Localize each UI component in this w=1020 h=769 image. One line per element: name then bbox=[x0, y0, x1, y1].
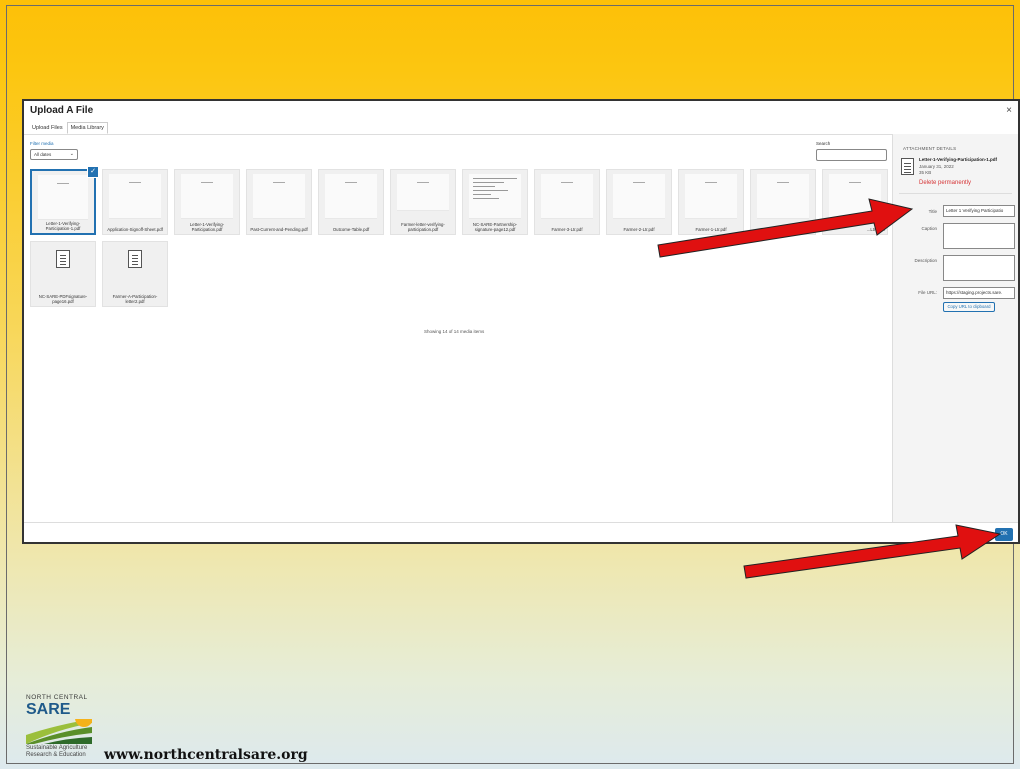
document-icon bbox=[901, 158, 914, 175]
arrow-to-title-field bbox=[657, 198, 914, 258]
file-thumbnail bbox=[38, 175, 88, 220]
search-input[interactable] bbox=[816, 149, 887, 161]
file-thumbnail bbox=[109, 174, 161, 219]
media-item-name: Outcome-Table.pdf bbox=[332, 227, 370, 232]
media-item-name: Past-Current-and-Pending.pdf bbox=[250, 227, 308, 232]
filter-dates-select[interactable]: All dates ⌄ bbox=[30, 149, 78, 160]
close-button[interactable]: × bbox=[1006, 105, 1012, 116]
file-thumbnail bbox=[541, 174, 593, 219]
media-item[interactable]: Letter-1-Verifying-Participation.pdf bbox=[174, 169, 240, 235]
file-url-field[interactable]: https://staging.projects.sare. bbox=[943, 287, 1015, 299]
upload-file-modal: Upload A File × Upload Files Media Libra… bbox=[22, 99, 1020, 544]
description-field[interactable] bbox=[943, 255, 1015, 281]
search-label: Search bbox=[816, 141, 831, 146]
media-item-name: Farmer-3-Ltr.pdf bbox=[551, 227, 583, 232]
file-thumbnail bbox=[397, 174, 449, 211]
attachment-date: January 31, 2022 bbox=[919, 164, 954, 169]
media-item-name: Farmer-A-Participation-letter2.pdf bbox=[112, 294, 158, 304]
file-thumbnail bbox=[181, 174, 233, 219]
filter-dates-value: All dates bbox=[34, 152, 52, 157]
attachment-details-heading: ATTACHMENT DETAILS bbox=[903, 146, 957, 151]
media-item-name: Letter-1-Verifying-Participation-1.pdf bbox=[45, 221, 81, 231]
filter-media-label: Filter media bbox=[30, 141, 54, 146]
attachment-details-sidebar: ATTACHMENT DETAILS Letter-1-Verifying-Pa… bbox=[892, 134, 1018, 522]
title-field[interactable]: Letter 1 Verifying Participatio bbox=[943, 205, 1015, 217]
sidebar-divider bbox=[899, 193, 1012, 194]
logo-subtitle-2: Research & Education bbox=[26, 752, 86, 758]
document-icon bbox=[128, 250, 142, 268]
media-item[interactable]: Farmer-letter-verifying-participation.pd… bbox=[390, 169, 456, 235]
media-item-name: NC-SARE-PDFsignature-page16.pdf bbox=[38, 294, 88, 304]
chevron-down-icon: ⌄ bbox=[69, 151, 74, 157]
file-url-label: File URL: bbox=[918, 290, 937, 295]
delete-permanently-link[interactable]: Delete permanently bbox=[919, 180, 971, 186]
copy-url-button[interactable]: Copy URL to clipboard bbox=[943, 302, 995, 312]
logo-subtitle-1: Sustainable Agriculture bbox=[26, 745, 88, 751]
media-item-name: Farmer-letter-verifying-participation.pd… bbox=[401, 222, 445, 232]
media-count-text: Showing 14 of 14 media items bbox=[424, 329, 485, 334]
logo-sare: SARE bbox=[26, 701, 71, 718]
attachment-filename: Letter-1-Verifying-Participation-1.pdf bbox=[919, 157, 998, 162]
tab-divider bbox=[24, 134, 1018, 135]
document-preview-lines bbox=[473, 178, 517, 202]
document-thumbnail bbox=[469, 174, 521, 219]
file-thumbnail bbox=[253, 174, 305, 219]
media-item[interactable]: Farmer-A-Participation-letter2.pdf bbox=[102, 241, 168, 307]
logo-north-central: NORTH CENTRAL bbox=[26, 694, 88, 701]
website-url: www.northcentralsare.org bbox=[104, 747, 308, 763]
arrow-to-ok-button bbox=[743, 524, 1002, 579]
media-item[interactable]: Letter-1-Verifying-Participation-1.pdf ✓ bbox=[30, 166, 99, 235]
media-item[interactable]: Application-Signoff-Sheet.pdf bbox=[102, 169, 168, 235]
media-item[interactable]: Outcome-Table.pdf bbox=[318, 169, 384, 235]
checkmark-icon[interactable]: ✓ bbox=[87, 166, 99, 178]
file-thumbnail bbox=[325, 174, 377, 219]
tab-media-library[interactable]: Media Library bbox=[66, 122, 108, 134]
modal-tabs: Upload Files Media Library bbox=[28, 122, 108, 134]
media-item-name: NC-SARE-Partnership-signature-page12.pdf bbox=[472, 222, 518, 232]
caption-field[interactable] bbox=[943, 223, 1015, 249]
media-item[interactable]: Farmer-3-Ltr.pdf bbox=[534, 169, 600, 235]
sare-logo: NORTH CENTRAL SARE Sustainable Agricultu… bbox=[26, 694, 94, 764]
media-item[interactable]: NC-SARE-PDFsignature-page16.pdf bbox=[30, 241, 96, 307]
document-icon bbox=[56, 250, 70, 268]
media-item-name: Application-Signoff-Sheet.pdf bbox=[107, 227, 163, 232]
media-item[interactable]: NC-SARE-Partnership-signature-page12.pdf bbox=[462, 169, 528, 235]
modal-title: Upload A File bbox=[30, 105, 94, 116]
logo-field-stripes-icon bbox=[26, 719, 92, 744]
media-item-name: Letter-1-Verifying-Participation.pdf bbox=[189, 222, 225, 232]
tab-upload-files[interactable]: Upload Files bbox=[28, 122, 67, 134]
media-item[interactable]: Past-Current-and-Pending.pdf bbox=[246, 169, 312, 235]
attachment-size: 35 KB bbox=[919, 170, 932, 175]
